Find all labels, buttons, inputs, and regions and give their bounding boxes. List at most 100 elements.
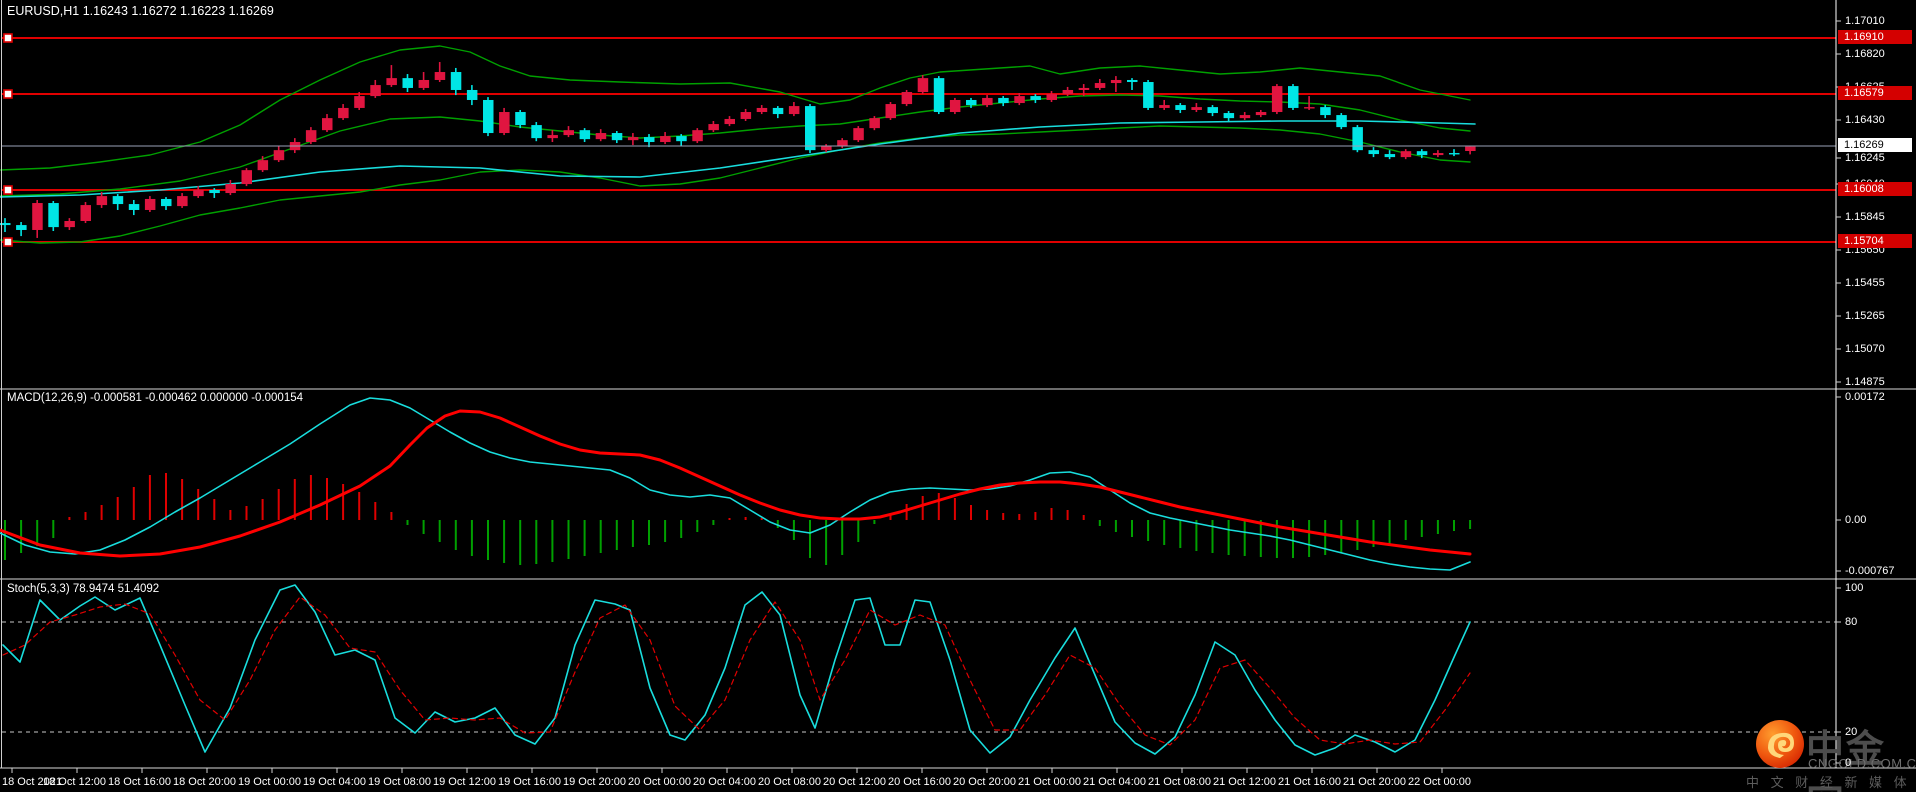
candle-bullish[interactable] (949, 99, 961, 113)
hline-price-label[interactable]: 1.16579 (1838, 86, 1912, 100)
candle-bullish[interactable] (1239, 115, 1251, 119)
candle-bearish[interactable] (515, 112, 526, 126)
candle-bullish[interactable] (434, 72, 446, 80)
hline-price-label[interactable]: 1.16008 (1838, 182, 1912, 196)
candle-bullish[interactable] (257, 160, 269, 171)
candle-bullish[interactable] (692, 130, 703, 142)
candle-bullish[interactable] (80, 205, 92, 221)
candle-bullish[interactable] (241, 170, 253, 185)
candle-bearish[interactable] (1320, 107, 1331, 116)
hline-price-label[interactable]: 1.15704 (1838, 234, 1912, 248)
candle-bullish[interactable] (225, 184, 236, 194)
candle-bullish[interactable] (885, 104, 897, 119)
candle-bearish[interactable] (579, 130, 591, 140)
candle-bullish[interactable] (724, 118, 736, 125)
candle-bullish[interactable] (788, 106, 800, 115)
candle-bullish[interactable] (144, 198, 156, 210)
candle-bullish[interactable] (982, 97, 993, 106)
candle-bearish[interactable] (1368, 150, 1380, 155)
candle-bullish[interactable] (1400, 151, 1412, 158)
candle-bullish[interactable] (1304, 107, 1315, 109)
candle-bearish[interactable] (402, 78, 414, 88)
candle-bullish[interactable] (1094, 83, 1106, 88)
candle-bullish[interactable] (273, 150, 285, 161)
candle-bullish[interactable] (386, 78, 397, 86)
candle-bearish[interactable] (531, 125, 542, 139)
candle-bearish[interactable] (161, 198, 172, 207)
hline-drag-marker[interactable] (3, 237, 13, 247)
candle-bearish[interactable] (16, 225, 27, 230)
hline-drag-marker[interactable] (3, 185, 13, 195)
stoch-axis-label: 80 (1845, 616, 1858, 628)
candle-bullish[interactable] (740, 112, 752, 119)
candle-bearish[interactable] (1127, 79, 1138, 83)
candle-bullish[interactable] (547, 135, 558, 139)
stoch-k-line (2, 584, 1471, 756)
candle-bearish[interactable] (998, 97, 1009, 104)
candle-bullish[interactable] (32, 203, 43, 230)
candle-bullish[interactable] (869, 118, 880, 129)
candle-bullish[interactable] (1271, 86, 1283, 113)
candle-bullish[interactable] (418, 79, 430, 88)
candle-bearish[interactable] (1288, 86, 1299, 108)
candle-bullish[interactable] (595, 133, 607, 140)
candle-bullish[interactable] (177, 196, 188, 207)
candle-bullish[interactable] (660, 136, 671, 143)
candle-bullish[interactable] (563, 130, 575, 136)
candle-bearish[interactable] (1143, 82, 1154, 108)
candle-bullish[interactable] (1432, 153, 1444, 156)
candle-bearish[interactable] (805, 106, 816, 151)
candle-bullish[interactable] (1255, 112, 1267, 116)
candle-bearish[interactable] (1175, 105, 1186, 110)
candle-bullish[interactable] (756, 107, 768, 113)
candle-bearish[interactable] (1207, 107, 1219, 114)
hline-price-label[interactable]: 1.16910 (1838, 30, 1912, 44)
candle-bearish[interactable] (772, 107, 784, 115)
candle-bullish[interactable] (1110, 79, 1122, 84)
candle-bullish[interactable] (193, 189, 204, 197)
candle-bearish[interactable] (1336, 115, 1347, 128)
candle-bearish[interactable] (611, 133, 623, 141)
candle-bearish[interactable] (209, 189, 220, 194)
candle-bearish[interactable] (112, 196, 124, 205)
candle-bullish[interactable] (64, 221, 75, 228)
candle-bullish[interactable] (917, 78, 929, 93)
candle-bullish[interactable] (1078, 87, 1090, 90)
candle-bullish[interactable] (1159, 105, 1170, 108)
candle-bullish[interactable] (305, 130, 317, 143)
candle-bearish[interactable] (1352, 127, 1363, 151)
candle-bullish[interactable] (96, 196, 108, 206)
candle-bullish[interactable] (901, 92, 913, 105)
candle-bearish[interactable] (128, 204, 140, 210)
candle-bullish[interactable] (354, 96, 365, 108)
candle-bullish[interactable] (1046, 94, 1058, 100)
candle-bullish[interactable] (338, 107, 349, 119)
candle-bullish[interactable] (627, 137, 639, 141)
candle-bullish[interactable] (1062, 89, 1074, 95)
candle-bullish[interactable] (708, 124, 719, 131)
candle-bearish[interactable] (483, 99, 494, 134)
candle-bullish[interactable] (853, 128, 864, 141)
candle-bearish[interactable] (48, 203, 59, 228)
candle-bearish[interactable] (466, 89, 478, 100)
candle-bearish[interactable] (1416, 151, 1428, 156)
candle-bullish[interactable] (370, 85, 381, 97)
candle-bullish[interactable] (499, 112, 510, 134)
candle-bearish[interactable] (644, 137, 655, 143)
candle-bearish[interactable] (1030, 96, 1041, 100)
hline-drag-marker[interactable] (3, 33, 13, 43)
candle-bullish[interactable] (1014, 96, 1025, 104)
candle-bullish[interactable] (821, 146, 832, 151)
candle-bearish[interactable] (966, 99, 977, 106)
candle-bearish[interactable] (1223, 113, 1235, 119)
candle-bearish[interactable] (1384, 154, 1396, 158)
candle-bullish[interactable] (837, 140, 848, 147)
candle-bearish[interactable] (933, 78, 945, 113)
candle-bearish[interactable] (450, 72, 462, 90)
candle-bullish[interactable] (322, 118, 333, 131)
hline-drag-marker[interactable] (3, 89, 13, 99)
candle-bullish[interactable] (1465, 146, 1476, 151)
candle-bullish[interactable] (1191, 107, 1202, 110)
candle-bearish[interactable] (676, 136, 687, 142)
candle-bearish[interactable] (1449, 153, 1460, 155)
